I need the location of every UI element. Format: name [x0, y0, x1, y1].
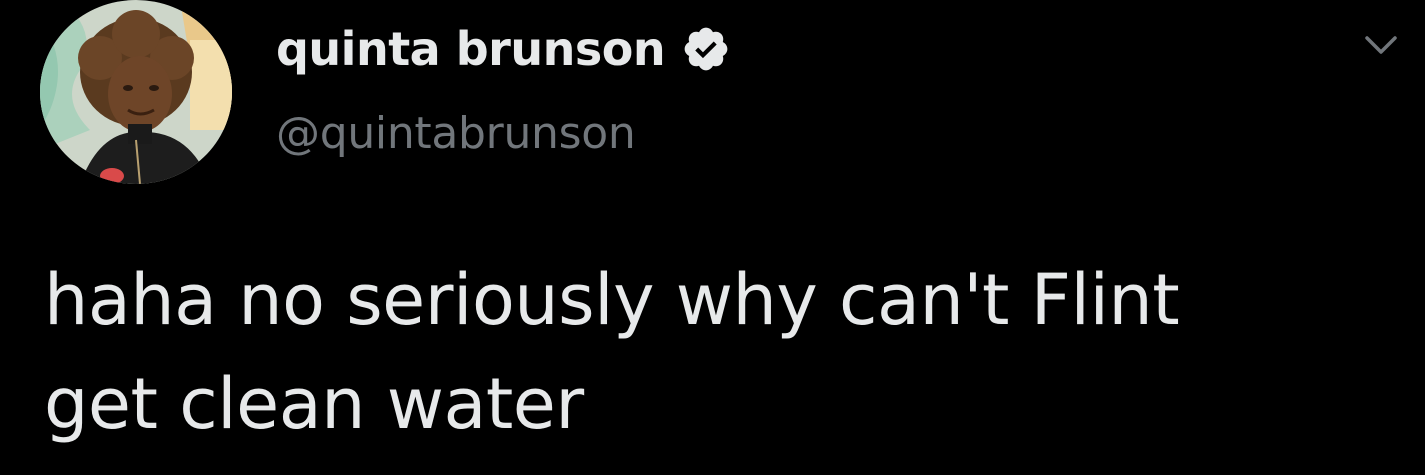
tweet-text: haha no seriously why can't Flint get cl… — [44, 259, 1180, 445]
avatar[interactable] — [40, 0, 232, 184]
author-handle[interactable]: @quintabrunson — [276, 108, 636, 159]
chevron-down-icon[interactable] — [1361, 30, 1401, 60]
display-name[interactable]: quinta brunson — [276, 22, 666, 76]
author-name-row[interactable]: quinta brunson — [276, 18, 731, 80]
tweet-card[interactable]: quinta brunson @quintabrunson haha no se… — [0, 0, 1425, 475]
avatar-image — [40, 0, 232, 184]
verified-badge-icon — [681, 24, 731, 74]
